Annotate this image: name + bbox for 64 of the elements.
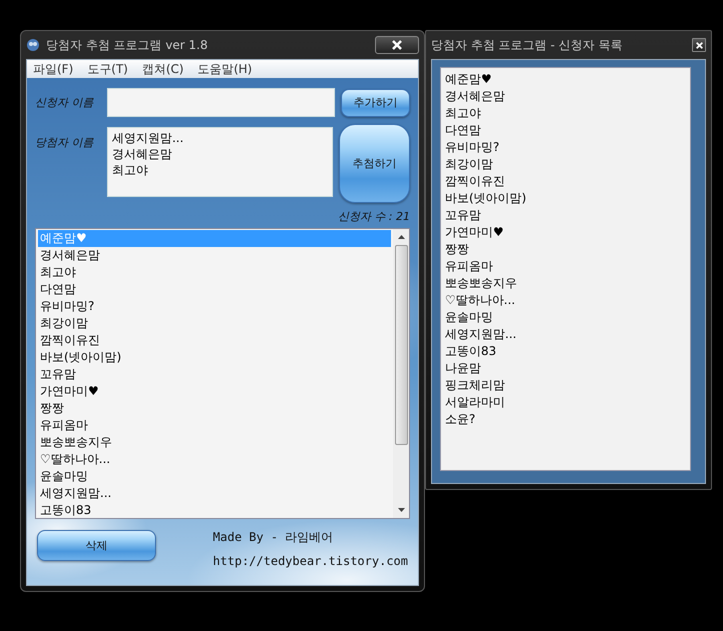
winner-name: 세영지원맘... bbox=[112, 130, 185, 146]
applicant-entry: 최강이맘 bbox=[445, 156, 494, 173]
applicant-entry: 깜찍이유진 bbox=[445, 173, 506, 190]
applicant-name-field[interactable] bbox=[106, 88, 336, 117]
applicant-entry: 윤솔마밍 bbox=[445, 309, 494, 326]
applicant-item[interactable]: 경서혜은맘 bbox=[38, 247, 391, 264]
menu-item[interactable]: 도움말(H) bbox=[198, 60, 252, 78]
credit-text: Made By - 라임베어 bbox=[212, 529, 334, 546]
draw-button[interactable]: 추첨하기 bbox=[338, 124, 410, 203]
window-title: 당첨자 추첨 프로그램 - 신청자 목록 bbox=[431, 36, 622, 54]
close-button[interactable] bbox=[692, 38, 706, 52]
applicant-entry: ♡딸하나아... bbox=[445, 292, 516, 309]
menu-item[interactable]: 캡쳐(C) bbox=[142, 60, 184, 78]
applicant-item[interactable]: 가연마미♥ bbox=[38, 383, 391, 400]
applicant-item[interactable]: 세영지원맘... bbox=[38, 485, 391, 502]
applicant-count: 신청자 수 : 21 bbox=[338, 209, 410, 224]
applicant-entry: 유비마밍? bbox=[445, 139, 500, 156]
applicant-entry: 경서혜은맘 bbox=[445, 88, 506, 105]
applicant-item[interactable]: 고똥이83 bbox=[38, 502, 391, 519]
applicant-item[interactable]: 유피옴마 bbox=[38, 417, 391, 434]
applicant-item[interactable]: 윤솔마밍 bbox=[38, 468, 391, 485]
website-url: http://tedybear.tistory.com bbox=[212, 554, 408, 568]
scroll-down-icon[interactable] bbox=[398, 508, 404, 512]
applicant-entry: 짱짱 bbox=[445, 241, 470, 258]
applicant-entry: 바보(넷아이맘) bbox=[445, 190, 528, 207]
applicant-entry: 다연맘 bbox=[445, 122, 482, 139]
applicant-entry: 유피옴마 bbox=[445, 258, 494, 275]
delete-button[interactable]: 삭제 bbox=[37, 530, 156, 561]
applicant-entry: 가연마미♥ bbox=[445, 224, 505, 241]
app-icon bbox=[26, 38, 40, 52]
applicant-item[interactable]: 깜찍이유진 bbox=[38, 332, 391, 349]
scrollbar-thumb[interactable] bbox=[394, 245, 408, 445]
applicant-item[interactable]: 뽀송뽀송지우 bbox=[38, 434, 391, 451]
applicant-entry: 세영지원맘... bbox=[445, 326, 518, 343]
close-button[interactable] bbox=[375, 36, 419, 54]
applicant-entry: 핑크체리맘 bbox=[445, 377, 506, 394]
applicant-entry: 예준맘♥ bbox=[445, 71, 493, 88]
applicant-entry: 나윤맘 bbox=[445, 360, 482, 377]
applicant-item[interactable]: ♡딸하나아... bbox=[38, 451, 391, 468]
applicant-entry: 뽀송뽀송지우 bbox=[445, 275, 518, 292]
applicant-item[interactable]: 바보(넷아이맘) bbox=[38, 349, 391, 366]
menu-item[interactable]: 도구(T) bbox=[87, 60, 128, 78]
applicant-item[interactable]: 짱짱 bbox=[38, 400, 391, 417]
winner-name-label: 당첨자 이름 bbox=[35, 135, 94, 150]
close-icon[interactable] bbox=[392, 40, 402, 50]
applicant-item[interactable]: 최강이맘 bbox=[38, 315, 391, 332]
window-title: 당첨자 추첨 프로그램 ver 1.8 bbox=[46, 36, 208, 54]
winner-name: 경서혜은맘 bbox=[112, 146, 174, 162]
applicant-item[interactable]: 다연맘 bbox=[38, 281, 391, 298]
winner-name: 최고야 bbox=[112, 162, 150, 178]
applicant-item[interactable]: 최고야 bbox=[38, 264, 391, 281]
applicant-name-label: 신청자 이름 bbox=[35, 95, 94, 110]
close-icon[interactable] bbox=[696, 42, 702, 48]
applicant-item[interactable]: 유비마밍? bbox=[38, 298, 391, 315]
menu-item[interactable]: 파일(F) bbox=[33, 60, 74, 78]
scrollbar[interactable] bbox=[393, 229, 409, 518]
applicant-entry: 고똥이83 bbox=[445, 343, 498, 360]
applicant-entry: 최고야 bbox=[445, 105, 482, 122]
applicant-entry: 소윤? bbox=[445, 411, 476, 428]
scroll-up-icon[interactable] bbox=[398, 235, 404, 239]
applicant-entry: 서알라마미 bbox=[445, 394, 506, 411]
add-button[interactable]: 추가하기 bbox=[341, 88, 410, 116]
applicant-entry: 꼬유맘 bbox=[445, 207, 482, 224]
applicant-item[interactable]: 꼬유맘 bbox=[38, 366, 391, 383]
